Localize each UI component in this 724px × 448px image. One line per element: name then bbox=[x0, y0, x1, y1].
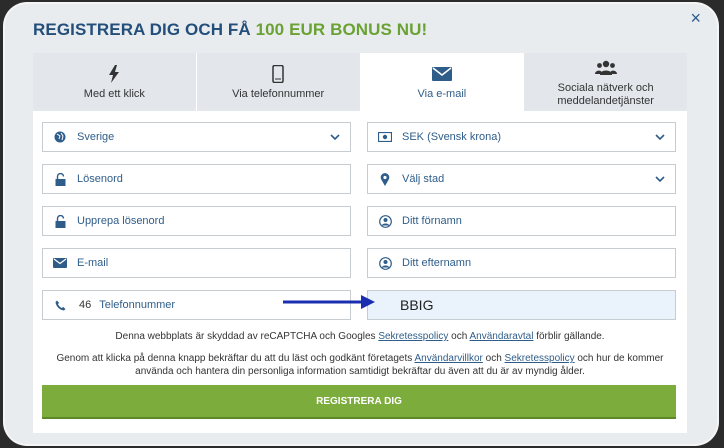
password-placeholder: Lösenord bbox=[77, 173, 123, 185]
recaptcha-text: Denna webbplats är skyddad av reCAPTCHA … bbox=[115, 331, 379, 342]
first-name-field[interactable]: Ditt förnamn bbox=[367, 206, 676, 236]
tab-email[interactable]: Via e-mail bbox=[360, 53, 525, 111]
email-placeholder: E-mail bbox=[77, 257, 109, 269]
password-field[interactable]: Lösenord bbox=[42, 164, 351, 194]
tab-label: Med ett klick bbox=[83, 88, 145, 100]
last-name-placeholder: Ditt efternamn bbox=[402, 257, 472, 269]
envelope-icon bbox=[431, 63, 452, 85]
lock-icon bbox=[53, 214, 67, 228]
tab-social[interactable]: Sociala nätverk och meddelandetjänster bbox=[524, 53, 687, 111]
chevron-down-icon bbox=[655, 174, 665, 186]
tab-label: Sociala nätverk och meddelandetjänster bbox=[557, 81, 654, 107]
last-name-field[interactable]: Ditt efternamn bbox=[367, 248, 676, 278]
user-circle-icon bbox=[378, 214, 392, 228]
privacy-policy-link[interactable]: Sekretesspolicy bbox=[378, 331, 448, 342]
user-agreement-link[interactable]: Användaravtal bbox=[470, 331, 534, 342]
first-name-placeholder: Ditt förnamn bbox=[402, 215, 462, 227]
money-icon bbox=[378, 132, 392, 142]
consent-privacy-link[interactable]: Sekretesspolicy bbox=[505, 353, 575, 364]
repeat-password-placeholder: Upprepa lösenord bbox=[77, 215, 165, 227]
city-select[interactable]: Välj stad bbox=[367, 164, 676, 194]
phone-country-code[interactable]: 46 bbox=[79, 299, 91, 311]
and-text: och bbox=[448, 331, 470, 342]
modal-title: REGISTRERA DIG OCH FÅ 100 EUR BONUS NU! bbox=[33, 20, 427, 40]
tab-label: Via e-mail bbox=[417, 88, 467, 100]
promo-code-value: BBIG bbox=[400, 297, 434, 313]
annotation-arrow bbox=[283, 295, 375, 309]
recaptcha-notice: Denna webbplats är skyddad av reCAPTCHA … bbox=[33, 330, 687, 343]
currency-select[interactable]: SEK (Svensk krona) bbox=[367, 122, 676, 152]
lightning-icon bbox=[108, 63, 120, 85]
tab-label: Via telefonnummer bbox=[232, 88, 325, 100]
registration-tabs: Med ett klick Via telefonnummer Via e-ma… bbox=[33, 53, 687, 111]
users-icon bbox=[594, 57, 617, 79]
registration-card: Med ett klick Via telefonnummer Via e-ma… bbox=[33, 53, 687, 433]
chevron-down-icon bbox=[655, 132, 665, 144]
currency-value: SEK (Svensk krona) bbox=[402, 131, 502, 143]
user-circle-icon bbox=[378, 256, 392, 270]
phone-icon bbox=[272, 63, 284, 85]
recaptcha-post-text: förblir gällande. bbox=[533, 331, 605, 342]
title-main: REGISTRERA DIG OCH FÅ bbox=[33, 20, 256, 39]
country-select[interactable]: Sverige bbox=[42, 122, 351, 152]
registration-modal: × REGISTRERA DIG OCH FÅ 100 EUR BONUS NU… bbox=[5, 4, 717, 444]
terms-link[interactable]: Användarvillkor bbox=[414, 353, 482, 364]
lock-icon bbox=[53, 172, 67, 186]
close-icon[interactable]: × bbox=[690, 8, 701, 28]
repeat-password-field[interactable]: Upprepa lösenord bbox=[42, 206, 351, 236]
tab-phone[interactable]: Via telefonnummer bbox=[196, 53, 361, 111]
promo-code-field[interactable]: BBIG bbox=[367, 290, 676, 320]
phone-handset-icon bbox=[53, 300, 67, 311]
envelope-icon bbox=[53, 258, 67, 268]
country-value: Sverige bbox=[77, 131, 115, 143]
registration-form: Sverige SEK (Svensk krona) Lösenord Välj… bbox=[42, 122, 676, 320]
globe-icon bbox=[53, 131, 67, 143]
title-bonus: 100 EUR BONUS NU! bbox=[255, 20, 428, 39]
consent-and-text: och bbox=[482, 353, 505, 364]
map-marker-icon bbox=[378, 172, 392, 186]
email-field[interactable]: E-mail bbox=[42, 248, 351, 278]
register-button[interactable]: REGISTRERA DIG bbox=[42, 385, 676, 419]
consent-notice: Genom att klicka på denna knapp bekräfta… bbox=[33, 352, 687, 378]
phone-placeholder: Telefonnummer bbox=[99, 299, 176, 311]
tab-one-click[interactable]: Med ett klick bbox=[33, 53, 197, 111]
city-value: Välj stad bbox=[402, 173, 445, 185]
consent-text: Genom att klicka på denna knapp bekräfta… bbox=[56, 353, 415, 364]
chevron-down-icon bbox=[330, 132, 340, 144]
